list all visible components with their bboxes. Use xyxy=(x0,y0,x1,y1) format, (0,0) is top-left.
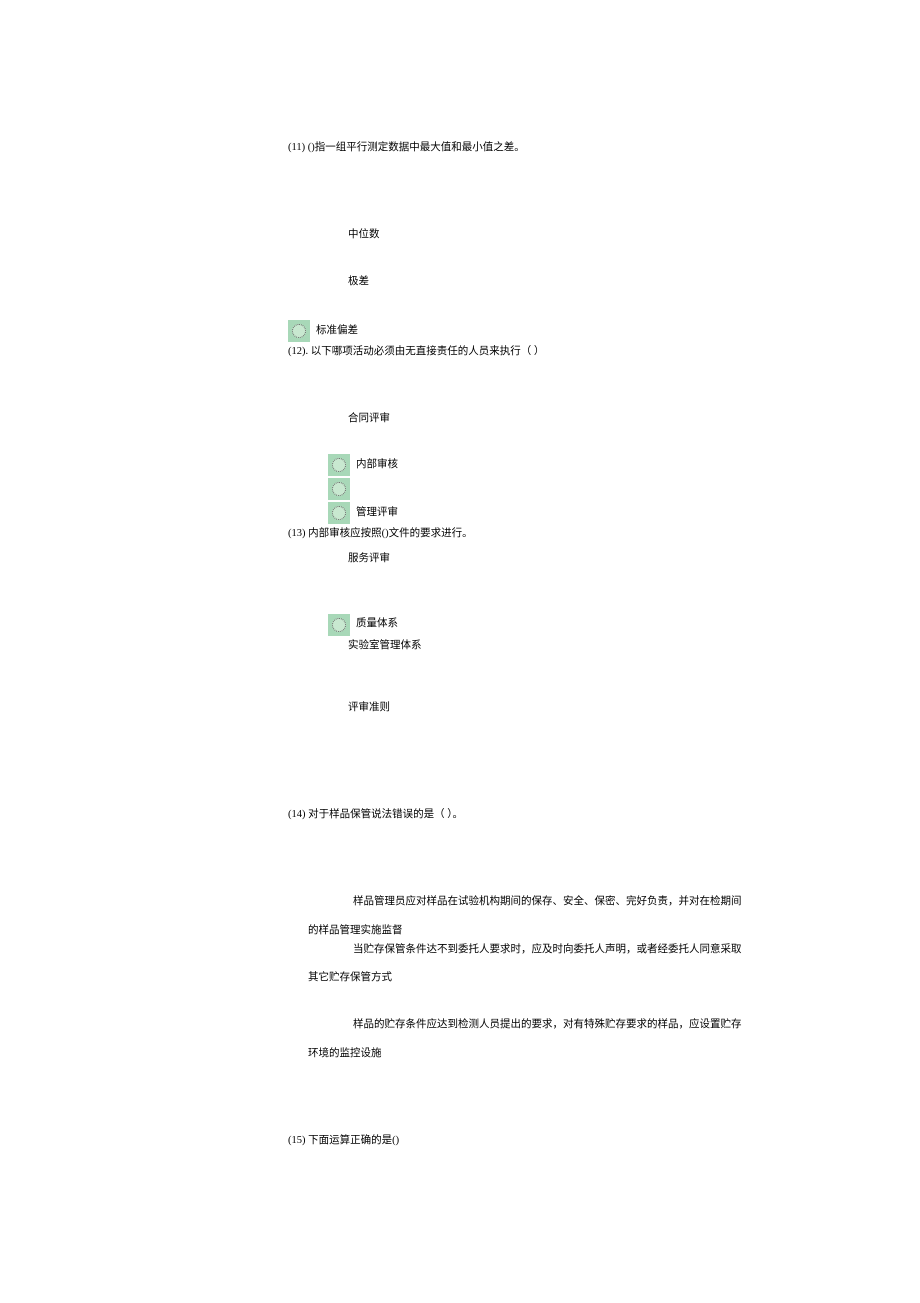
q14-opt2-lead[interactable]: 当贮存保管条件达不到委托人要求时，应及时向委托人声明，或者经委托人同意采取 xyxy=(353,942,838,959)
q13-opt-quality[interactable]: 质量体系 xyxy=(328,614,838,636)
q12-opt-internal-label: 内部审核 xyxy=(356,457,398,474)
q12-opt-internal-audit[interactable]: 内部审核 xyxy=(328,454,838,476)
q13-opt-service[interactable]: 服务评审 xyxy=(348,551,838,568)
radio-icon xyxy=(328,478,350,500)
q13-opt-quality-label: 质量体系 xyxy=(356,616,398,633)
q11-opt-range[interactable]: 极差 xyxy=(348,274,838,291)
q15-header: (15) 下面运算正确的是() xyxy=(288,1133,838,1150)
radio-icon xyxy=(328,454,350,476)
radio-icon xyxy=(288,320,310,342)
q12-opt-contract[interactable]: 合同评审 xyxy=(348,411,838,428)
q13-header: (13) 内部审核应按照()文件的要求进行。 xyxy=(288,526,838,543)
radio-icon xyxy=(328,614,350,636)
q14-header: (14) 对于样品保管说法错误的是（ ）。 xyxy=(288,807,838,824)
radio-icon xyxy=(328,502,350,524)
q12-opt-mgmt-label: 管理评审 xyxy=(356,505,398,522)
q14-opt3-cont: 环境的监控设施 xyxy=(308,1046,838,1063)
q12-opt-blank[interactable] xyxy=(328,478,838,500)
q11-header: (11) ()指一组平行测定数据中最大值和最小值之差。 xyxy=(288,140,838,157)
q14-opt2-cont: 其它贮存保管方式 xyxy=(308,970,838,987)
q11-opt-stddev[interactable]: 标准偏差 xyxy=(288,320,838,342)
q14-opt1-lead[interactable]: 样品管理员应对样品在试验机构期间的保存、安全、保密、完好负责，并对在检期间 xyxy=(353,894,838,911)
q11-opt-stddev-label: 标准偏差 xyxy=(316,323,358,340)
q14-opt3-lead[interactable]: 样品的贮存条件应达到检测人员提出的要求，对有特殊贮存要求的样品，应设置贮存 xyxy=(353,1017,838,1034)
q11-opt-median[interactable]: 中位数 xyxy=(348,227,838,244)
q13-opt-criteria[interactable]: 评审准则 xyxy=(348,700,838,717)
q14-opt1-cont: 的样品管理实施监督 xyxy=(308,923,838,940)
q12-opt-mgmt-review[interactable]: 管理评审 xyxy=(328,502,838,524)
q12-header: (12). 以下哪项活动必须由无直接责任的人员来执行（ ） xyxy=(288,344,838,361)
q13-opt-lab[interactable]: 实验室管理体系 xyxy=(348,638,838,655)
